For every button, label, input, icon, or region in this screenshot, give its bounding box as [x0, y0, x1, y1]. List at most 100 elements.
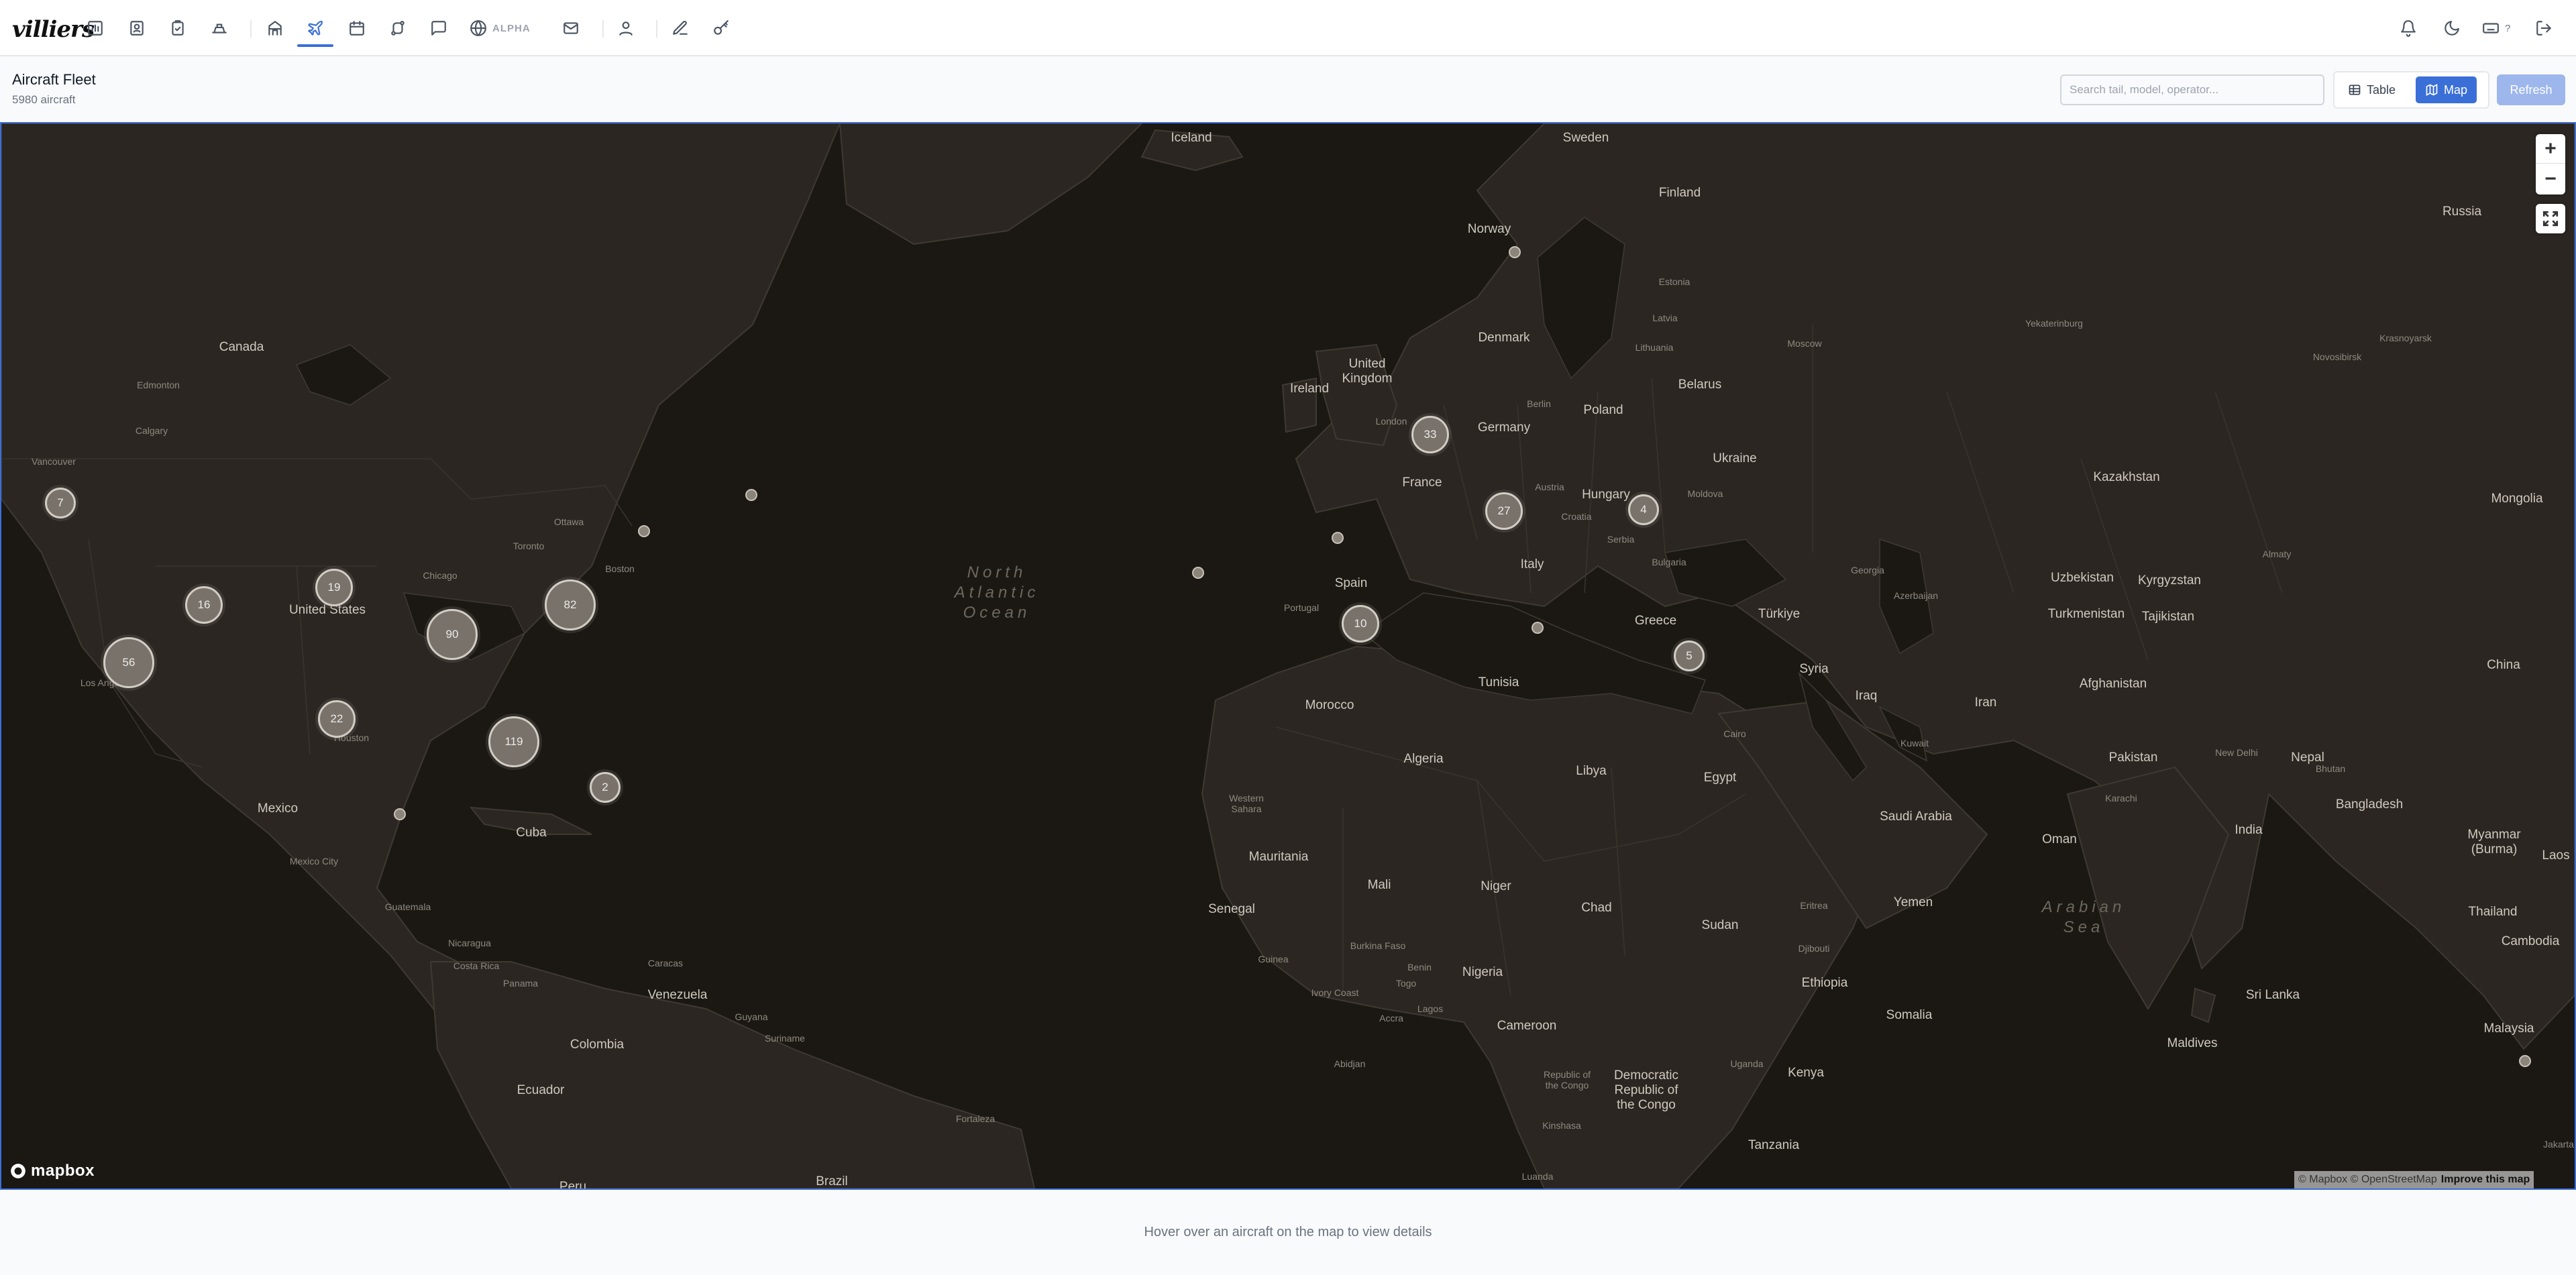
country-label: Colombia	[570, 1038, 625, 1052]
country-label: Greece	[1634, 614, 1677, 628]
city-label: Caracas	[647, 958, 684, 968]
city-label: Panama	[502, 978, 539, 989]
hover-hint: Hover over an aircraft on the map to vie…	[1144, 1225, 1432, 1239]
keyboard-shortcuts-button[interactable]: ?	[2482, 15, 2510, 42]
country-label: Bulgaria	[1652, 557, 1686, 567]
aircraft-marker[interactable]	[394, 808, 406, 820]
keyboard-icon	[2483, 23, 2499, 34]
moon-icon[interactable]	[2438, 15, 2465, 42]
aircraft-marker[interactable]	[1509, 246, 1521, 258]
aircraft-cluster[interactable]: 16	[185, 586, 223, 624]
globe-icon	[470, 20, 486, 36]
country-label: Democratic Republic of the Congo	[1613, 1068, 1679, 1112]
calendar-icon[interactable]	[343, 15, 370, 42]
country-label: Morocco	[1305, 698, 1354, 712]
clipboard-check-icon[interactable]	[164, 15, 191, 42]
country-label: Iceland	[1171, 131, 1212, 145]
users-icon[interactable]	[612, 15, 639, 42]
aircraft-cluster[interactable]: 119	[488, 716, 539, 767]
city-label: Berlin	[1527, 398, 1551, 409]
country-label: Tunisia	[1478, 675, 1519, 689]
aircraft-marker[interactable]	[1192, 567, 1204, 579]
country-label: Moldova	[1687, 488, 1723, 499]
fullscreen-icon	[2542, 211, 2559, 227]
country-label: Türkiye	[1758, 607, 1801, 621]
edit-icon[interactable]	[667, 15, 694, 42]
city-label: Kuwait	[1900, 738, 1929, 749]
table-view-button[interactable]: Table	[2339, 76, 2405, 103]
city-label: Yekaterinburg	[2025, 318, 2083, 329]
city-label: Krasnoyarsk	[2379, 333, 2432, 343]
aircraft-cluster[interactable]: 33	[1411, 416, 1449, 453]
page-title: Aircraft Fleet	[12, 71, 96, 88]
aircraft-cluster[interactable]: 90	[427, 609, 478, 660]
zoom-out-button[interactable]: −	[2536, 164, 2565, 194]
aircraft-cluster[interactable]: 5	[1674, 641, 1705, 671]
country-label: Cuba	[516, 826, 547, 840]
country-label: Pakistan	[2108, 751, 2158, 765]
country-label: Spain	[1334, 576, 1368, 590]
map-basemap	[1, 123, 2575, 1188]
country-label: Guyana	[735, 1011, 768, 1022]
country-label: Saudi Arabia	[1880, 810, 1952, 824]
mapbox-icon	[11, 1164, 25, 1178]
aircraft-cluster[interactable]: 10	[1342, 605, 1379, 643]
aircraft-cluster[interactable]: 56	[103, 637, 154, 688]
country-label: Mexico	[257, 801, 299, 816]
country-label: Croatia	[1561, 511, 1592, 522]
attribution-text[interactable]: © Mapbox © OpenStreetMap	[2298, 1174, 2437, 1186]
building-icon[interactable]	[262, 15, 288, 42]
mapbox-logo[interactable]: mapbox	[9, 1162, 95, 1180]
country-label: Italy	[1520, 557, 1544, 571]
country-label: Germany	[1477, 421, 1531, 435]
logout-icon[interactable]	[2530, 15, 2557, 42]
country-label: Somalia	[1886, 1008, 1933, 1022]
aircraft-cluster[interactable]: 2	[590, 772, 621, 803]
aircraft-cluster[interactable]: 82	[545, 579, 596, 630]
country-label: Eritrea	[1800, 900, 1828, 911]
country-label: Nigeria	[1462, 965, 1503, 979]
aircraft-marker[interactable]	[638, 525, 650, 537]
refresh-button[interactable]: Refresh	[2497, 74, 2565, 105]
bar-chart-icon[interactable]	[82, 15, 109, 42]
country-label: Sweden	[1562, 131, 1609, 145]
fleet-map[interactable]: North Atlantic Ocean Arabian Sea Iceland Sw…	[0, 122, 2576, 1190]
city-label: Kinshasa	[1542, 1120, 1581, 1131]
top-navigation: villiers ALPHA ?	[0, 0, 2576, 56]
bell-icon[interactable]	[2395, 15, 2422, 42]
aircraft-marker[interactable]	[2519, 1055, 2531, 1067]
country-label: Sri Lanka	[2245, 988, 2300, 1002]
country-label: France	[1402, 476, 1442, 490]
plane-icon[interactable]	[302, 15, 329, 42]
map-view-button[interactable]: Map	[2416, 76, 2477, 103]
aircraft-cluster[interactable]: 19	[315, 569, 353, 606]
country-label: Uganda	[1730, 1058, 1764, 1069]
nav-divider	[250, 20, 252, 38]
country-label: Egypt	[1703, 771, 1737, 785]
country-label: Syria	[1799, 662, 1829, 676]
aircraft-cluster[interactable]: 4	[1628, 494, 1659, 525]
aircraft-marker[interactable]	[1532, 622, 1544, 634]
key-icon[interactable]	[708, 15, 735, 42]
aircraft-marker[interactable]	[1332, 532, 1344, 544]
route-icon[interactable]	[384, 15, 411, 42]
city-label: Ottawa	[553, 516, 584, 527]
country-label: Oman	[2042, 832, 2077, 846]
aircraft-cluster[interactable]: 7	[45, 488, 76, 518]
country-label: Western Sahara	[1229, 793, 1264, 814]
chat-icon[interactable]	[425, 15, 452, 42]
contacts-icon[interactable]	[123, 15, 150, 42]
alpha-feature-link[interactable]: ALPHA	[470, 15, 531, 42]
aircraft-cluster[interactable]: 27	[1485, 492, 1523, 530]
fleet-icon[interactable]	[206, 15, 233, 42]
zoom-in-button[interactable]: +	[2536, 134, 2565, 164]
improve-map-link[interactable]: Improve this map	[2441, 1174, 2530, 1186]
aircraft-cluster[interactable]: 22	[318, 700, 356, 738]
aircraft-marker[interactable]	[745, 489, 757, 501]
fullscreen-button[interactable]	[2536, 204, 2565, 233]
nav-divider	[656, 20, 657, 38]
search-input[interactable]	[2060, 74, 2324, 105]
mail-icon[interactable]	[557, 15, 584, 42]
city-label: Toronto	[513, 541, 545, 551]
country-label: Denmark	[1478, 331, 1530, 345]
